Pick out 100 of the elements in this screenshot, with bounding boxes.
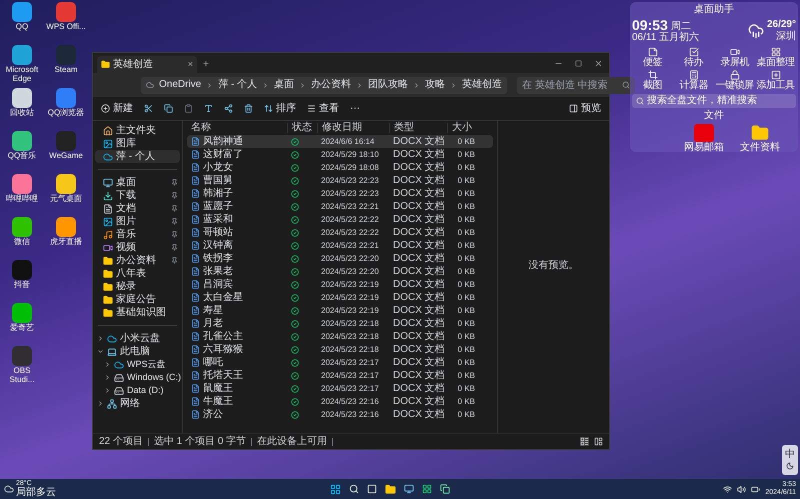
breadcrumb-item[interactable]: 萍 - 个人 bbox=[218, 80, 258, 90]
desktop-shortcut[interactable]: 虎牙直播 bbox=[44, 217, 88, 260]
sidebar-item[interactable]: 秘录 bbox=[95, 280, 180, 293]
file-row[interactable]: 风韵神通 2024/6/6 16:14 DOCX 文档 0 KB bbox=[187, 135, 493, 148]
volume-icon[interactable] bbox=[737, 484, 746, 494]
cut-icon[interactable] bbox=[144, 104, 153, 113]
desktop-shortcut[interactable]: 微信 bbox=[0, 217, 44, 260]
app-grid-icon[interactable] bbox=[422, 484, 432, 494]
new-button[interactable]: 新建 bbox=[101, 104, 133, 114]
sidebar-item[interactable]: 萍 - 个人 bbox=[95, 150, 180, 163]
widget-tool[interactable]: 计算器 bbox=[673, 70, 714, 91]
rename-icon[interactable] bbox=[204, 104, 213, 113]
file-row[interactable]: 托塔天王 2024/5/23 22:17 DOCX 文档 0 KB bbox=[187, 369, 493, 382]
widget-file-shortcut[interactable]: 网易邮箱 bbox=[680, 124, 728, 153]
sidebar-item[interactable]: 家庭公告 bbox=[95, 293, 180, 306]
tree-item[interactable]: Data (D:) bbox=[95, 384, 180, 397]
sidebar-item[interactable]: 桌面 bbox=[95, 176, 180, 189]
tree-item[interactable]: 小米云盘 bbox=[95, 332, 180, 345]
view-button[interactable]: 查看 bbox=[307, 104, 339, 114]
sidebar-item[interactable]: 音乐 bbox=[95, 228, 180, 241]
sidebar-item[interactable]: 文档 bbox=[95, 202, 180, 215]
column-header[interactable]: 大小 bbox=[447, 123, 479, 133]
copy-icon[interactable] bbox=[164, 104, 173, 113]
chevron-down-icon[interactable] bbox=[97, 348, 104, 355]
breadcrumb-item[interactable]: 攻略 bbox=[425, 80, 446, 90]
file-row[interactable]: 曹国舅 2024/5/23 22:23 DOCX 文档 0 KB bbox=[187, 174, 493, 187]
breadcrumb-item[interactable]: 桌面 bbox=[274, 80, 294, 90]
widget-search-bar[interactable]: 搜索全盘文件，精准搜索 bbox=[632, 94, 796, 108]
sidebar-item[interactable]: 主文件夹 bbox=[95, 124, 180, 137]
sort-button[interactable]: 排序 bbox=[264, 104, 296, 114]
file-row[interactable]: 张果老 2024/5/23 22:20 DOCX 文档 0 KB bbox=[187, 265, 493, 278]
window-tab[interactable]: 英雄创造 × bbox=[97, 56, 197, 73]
widget-tool[interactable]: 桌面整理 bbox=[755, 47, 796, 68]
breadcrumb-item[interactable]: 英雄创造 bbox=[462, 80, 502, 90]
sidebar-item[interactable]: 八年表 bbox=[95, 267, 180, 280]
breadcrumb-item[interactable]: 办公资料 bbox=[311, 80, 352, 90]
desktop-shortcut[interactable]: WPS Offi... bbox=[44, 2, 88, 45]
wifi-icon[interactable] bbox=[723, 484, 732, 494]
column-header[interactable]: 类型 bbox=[389, 123, 447, 133]
chevron-right-icon[interactable] bbox=[104, 387, 111, 394]
column-header[interactable]: 名称 bbox=[187, 123, 287, 133]
file-row[interactable]: 蓝愿子 2024/5/23 22:21 DOCX 文档 0 KB bbox=[187, 200, 493, 213]
desktop-shortcut[interactable]: 元气桌面 bbox=[44, 174, 88, 217]
desktop-shortcut[interactable]: QQ音乐 bbox=[0, 131, 44, 174]
widget-tool[interactable]: 待办 bbox=[673, 47, 714, 68]
file-row[interactable]: 六耳猕猴 2024/5/23 22:18 DOCX 文档 0 KB bbox=[187, 343, 493, 356]
chevron-right-icon[interactable] bbox=[104, 361, 111, 368]
file-row[interactable]: 小龙女 2024/5/29 18:08 DOCX 文档 0 KB bbox=[187, 161, 493, 174]
search-field[interactable]: 在 英雄创造 中搜索 bbox=[517, 76, 636, 94]
delete-icon[interactable] bbox=[244, 104, 253, 113]
maximize-icon[interactable] bbox=[575, 60, 582, 67]
desktop-shortcut[interactable]: 爱奇艺 bbox=[0, 303, 44, 346]
more-button[interactable]: ··· bbox=[350, 104, 360, 114]
tree-item[interactable]: WPS云盘 bbox=[95, 358, 180, 371]
details-view-icon[interactable] bbox=[580, 437, 589, 446]
new-tab-button[interactable]: + bbox=[203, 60, 209, 70]
file-row[interactable]: 寿星 2024/5/23 22:19 DOCX 文档 0 KB bbox=[187, 304, 493, 317]
file-row[interactable]: 鼠魔王 2024/5/23 22:17 DOCX 文档 0 KB bbox=[187, 382, 493, 395]
file-row[interactable]: 济公 2024/5/23 22:16 DOCX 文档 0 KB bbox=[187, 408, 493, 421]
address-bar[interactable]: OneDrive 萍 - 个人 桌面 办公资料 团队攻略 攻略 英雄创造 bbox=[141, 76, 508, 94]
input-method-bar[interactable]: 中 bbox=[782, 445, 798, 475]
monitor-icon[interactable] bbox=[404, 484, 414, 494]
column-header[interactable]: 修改日期 bbox=[317, 123, 389, 133]
desktop-shortcut[interactable]: OBS Studi... bbox=[0, 346, 44, 389]
file-row[interactable]: 孔雀公主 2024/5/23 22:18 DOCX 文档 0 KB bbox=[187, 330, 493, 343]
desktop-shortcut[interactable]: QQ浏览器 bbox=[44, 88, 88, 131]
task-view-icon[interactable] bbox=[366, 484, 377, 494]
widget-tool[interactable]: 添加工具 bbox=[755, 70, 796, 91]
desktop-shortcut[interactable]: QQ bbox=[0, 2, 44, 45]
search-icon[interactable] bbox=[348, 484, 359, 494]
breadcrumb-item[interactable]: 团队攻略 bbox=[368, 80, 408, 90]
folder-icon[interactable] bbox=[384, 484, 396, 494]
sidebar-item[interactable]: 基础知识图 bbox=[95, 306, 180, 319]
file-row[interactable]: 汉钟离 2024/5/23 22:21 DOCX 文档 0 KB bbox=[187, 239, 493, 252]
desktop-shortcut[interactable]: WeGame bbox=[44, 131, 88, 174]
breadcrumb-item[interactable]: OneDrive bbox=[159, 80, 202, 90]
widget-tool[interactable]: 一键锁屏 bbox=[714, 70, 755, 91]
tiles-view-icon[interactable] bbox=[594, 437, 603, 446]
column-header[interactable]: 状态 bbox=[287, 123, 317, 133]
tree-item[interactable]: Windows (C:) bbox=[95, 371, 180, 384]
paste-icon[interactable] bbox=[184, 104, 193, 113]
file-row[interactable]: 蓝采和 2024/5/23 22:22 DOCX 文档 0 KB bbox=[187, 213, 493, 226]
chevron-right-icon[interactable] bbox=[97, 335, 104, 342]
file-row[interactable]: 铁拐李 2024/5/23 22:20 DOCX 文档 0 KB bbox=[187, 252, 493, 265]
file-row[interactable]: 太白金星 2024/5/23 22:19 DOCX 文档 0 KB bbox=[187, 291, 493, 304]
desktop-shortcut[interactable]: Steam bbox=[44, 45, 88, 88]
share-icon[interactable] bbox=[224, 104, 233, 113]
file-row[interactable]: 吕洞宾 2024/5/23 22:19 DOCX 文档 0 KB bbox=[187, 278, 493, 291]
file-row[interactable]: 哥顿站 2024/5/23 22:22 DOCX 文档 0 KB bbox=[187, 226, 493, 239]
desktop-shortcut[interactable]: 抖音 bbox=[0, 260, 44, 303]
desktop-shortcut[interactable]: 哔哩哔哩 bbox=[0, 174, 44, 217]
file-row[interactable]: 月老 2024/5/23 22:18 DOCX 文档 0 KB bbox=[187, 317, 493, 330]
close-tab-button[interactable]: × bbox=[188, 60, 193, 69]
sidebar-item[interactable]: 视频 bbox=[95, 241, 180, 254]
file-row[interactable]: 哪吒 2024/5/23 22:17 DOCX 文档 0 KB bbox=[187, 356, 493, 369]
sidebar-item[interactable]: 图库 bbox=[95, 137, 180, 150]
widget-file-shortcut[interactable]: 文件资料 bbox=[736, 124, 784, 153]
chevron-right-icon[interactable] bbox=[104, 374, 111, 381]
sidebar-item[interactable]: 图片 bbox=[95, 215, 180, 228]
close-icon[interactable] bbox=[594, 59, 603, 68]
